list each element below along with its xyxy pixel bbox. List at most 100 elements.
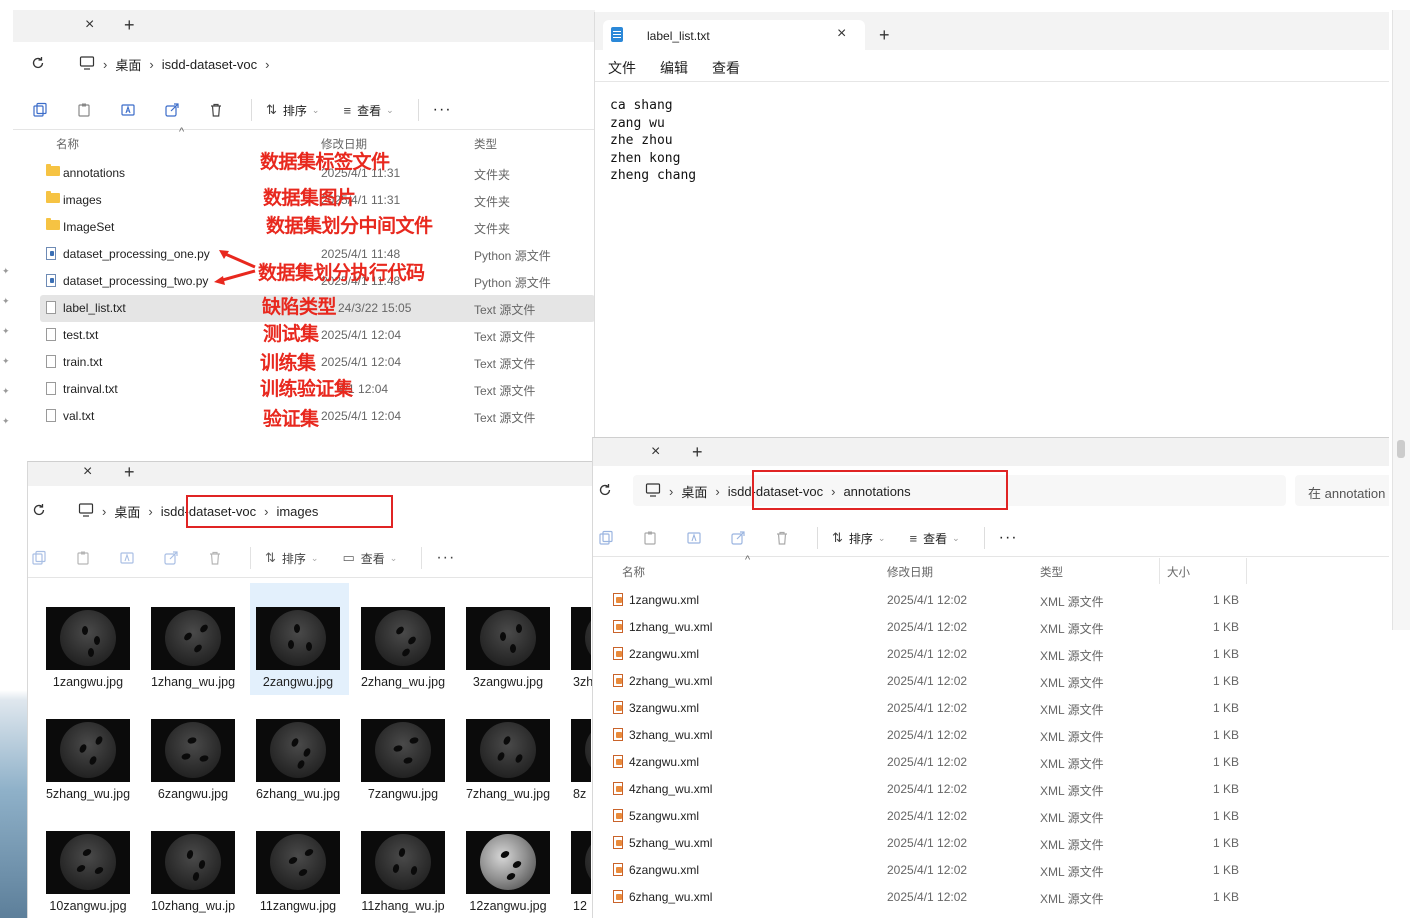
notepad-active-tab[interactable] bbox=[603, 20, 865, 50]
image-filename[interactable]: 6zhang_wu.jpg bbox=[245, 787, 351, 801]
menu-view[interactable]: 查看 bbox=[712, 58, 740, 78]
delete-icon[interactable] bbox=[206, 549, 224, 567]
image-thumbnail[interactable] bbox=[46, 607, 130, 670]
image-thumbnail[interactable] bbox=[466, 831, 550, 894]
file-row[interactable]: 4zangwu.xml 2025/4/1 12:02 XML 源文件 1 KB bbox=[593, 749, 1389, 776]
file-row[interactable]: 6zhang_wu.xml 2025/4/1 12:02 XML 源文件 1 KB bbox=[593, 884, 1389, 911]
image-filename[interactable]: 6zangwu.jpg bbox=[140, 787, 246, 801]
refresh-icon[interactable] bbox=[31, 56, 45, 73]
column-header-name[interactable]: 名称 bbox=[56, 136, 79, 152]
share-icon[interactable] bbox=[162, 549, 180, 567]
breadcrumb-desktop[interactable]: 桌面 bbox=[681, 482, 707, 501]
file-row[interactable]: 3zangwu.xml 2025/4/1 12:02 XML 源文件 1 KB bbox=[593, 695, 1389, 722]
image-thumbnail[interactable] bbox=[571, 719, 591, 782]
rename-icon[interactable] bbox=[685, 529, 703, 547]
image-thumbnail[interactable] bbox=[361, 719, 445, 782]
file-row[interactable]: 4zhang_wu.xml 2025/4/1 12:02 XML 源文件 1 KB bbox=[593, 776, 1389, 803]
image-thumbnail[interactable] bbox=[46, 719, 130, 782]
file-row[interactable]: 1zhang_wu.xml 2025/4/1 12:02 XML 源文件 1 KB bbox=[593, 614, 1389, 641]
image-thumbnail[interactable] bbox=[466, 607, 550, 670]
column-header-date[interactable]: 修改日期 bbox=[887, 564, 933, 580]
image-filename[interactable]: 11zangwu.jpg bbox=[245, 899, 351, 913]
image-filename[interactable]: 12zangwu.jpg bbox=[455, 899, 561, 913]
file-row[interactable]: 6zangwu.xml 2025/4/1 12:02 XML 源文件 1 KB bbox=[593, 857, 1389, 884]
close-tab-icon[interactable]: × bbox=[651, 443, 660, 461]
file-row[interactable]: 2zhang_wu.xml 2025/4/1 12:02 XML 源文件 1 KB bbox=[593, 668, 1389, 695]
image-filename[interactable]: 10zhang_wu.jp bbox=[140, 899, 246, 913]
file-row[interactable]: 1zangwu.xml 2025/4/1 12:02 XML 源文件 1 KB bbox=[593, 587, 1389, 614]
new-tab-icon[interactable]: + bbox=[879, 25, 890, 46]
new-tab-icon[interactable]: + bbox=[124, 15, 135, 36]
file-row[interactable]: 5zangwu.xml 2025/4/1 12:02 XML 源文件 1 KB bbox=[593, 803, 1389, 830]
new-tab-icon[interactable]: + bbox=[124, 462, 135, 483]
image-thumbnail[interactable] bbox=[256, 607, 340, 670]
image-filename[interactable]: 1zangwu.jpg bbox=[35, 675, 141, 689]
new-item-icon[interactable] bbox=[30, 549, 48, 567]
refresh-icon[interactable] bbox=[598, 483, 612, 500]
image-thumbnail[interactable] bbox=[361, 607, 445, 670]
file-row[interactable]: 2zangwu.xml 2025/4/1 12:02 XML 源文件 1 KB bbox=[593, 641, 1389, 668]
column-header-name[interactable]: 名称 bbox=[622, 564, 645, 580]
more-options-button[interactable]: ··· bbox=[999, 529, 1018, 547]
file-row[interactable]: 3zhang_wu.xml 2025/4/1 12:02 XML 源文件 1 KB bbox=[593, 722, 1389, 749]
image-thumbnail[interactable] bbox=[151, 607, 235, 670]
column-header-type[interactable]: 类型 bbox=[474, 136, 497, 152]
sort-button[interactable]: ⇅ 排序 ⌄ bbox=[266, 102, 319, 119]
computer-icon[interactable] bbox=[79, 56, 95, 73]
breadcrumb-desktop[interactable]: 桌面 bbox=[115, 55, 141, 74]
image-filename[interactable]: 7zhang_wu.jpg bbox=[455, 787, 561, 801]
image-thumbnail[interactable] bbox=[466, 719, 550, 782]
new-tab-icon[interactable]: + bbox=[692, 442, 703, 463]
more-options-button[interactable]: ··· bbox=[436, 549, 455, 567]
close-tab-icon[interactable]: × bbox=[85, 16, 94, 34]
close-tab-icon[interactable]: × bbox=[837, 25, 846, 43]
file-row[interactable]: 5zhang_wu.xml 2025/4/1 12:02 XML 源文件 1 KB bbox=[593, 830, 1389, 857]
image-thumbnail[interactable] bbox=[256, 719, 340, 782]
search-box[interactable]: 在 annotation bbox=[1295, 475, 1389, 506]
paste-icon[interactable] bbox=[75, 101, 93, 119]
delete-icon[interactable] bbox=[207, 101, 225, 119]
new-item-icon[interactable] bbox=[31, 101, 49, 119]
image-filename[interactable]: 1zhang_wu.jpg bbox=[140, 675, 246, 689]
paste-icon[interactable] bbox=[74, 549, 92, 567]
view-button[interactable]: ▭ 查看 ⌄ bbox=[342, 550, 397, 567]
image-filename[interactable]: 11zhang_wu.jp bbox=[350, 899, 456, 913]
sort-icon: ⇅ bbox=[266, 102, 277, 117]
column-header-size[interactable]: 大小 bbox=[1167, 564, 1190, 580]
menu-file[interactable]: 文件 bbox=[608, 58, 636, 78]
image-filename[interactable]: 5zhang_wu.jpg bbox=[35, 787, 141, 801]
more-options-button[interactable]: ··· bbox=[433, 101, 452, 119]
view-button[interactable]: ≡ 查看 ⌄ bbox=[343, 102, 393, 119]
image-thumbnail[interactable] bbox=[571, 607, 591, 670]
breadcrumb-desktop[interactable]: 桌面 bbox=[114, 502, 140, 521]
column-header-type[interactable]: 类型 bbox=[1040, 564, 1063, 580]
image-filename[interactable]: 2zangwu.jpg bbox=[245, 675, 351, 689]
image-filename[interactable]: 10zangwu.jpg bbox=[35, 899, 141, 913]
computer-icon[interactable] bbox=[645, 483, 661, 500]
new-item-icon[interactable] bbox=[597, 529, 615, 547]
close-tab-icon[interactable]: × bbox=[83, 463, 92, 481]
image-thumbnail[interactable] bbox=[151, 719, 235, 782]
refresh-icon[interactable] bbox=[32, 503, 46, 520]
breadcrumb-dataset[interactable]: isdd-dataset-voc bbox=[162, 57, 257, 72]
menu-edit[interactable]: 编辑 bbox=[660, 58, 688, 78]
rename-icon[interactable] bbox=[119, 101, 137, 119]
share-icon[interactable] bbox=[729, 529, 747, 547]
rename-icon[interactable] bbox=[118, 549, 136, 567]
image-thumbnail[interactable] bbox=[361, 831, 445, 894]
scrollbar-thumb[interactable] bbox=[1397, 440, 1405, 458]
image-filename[interactable]: 7zangwu.jpg bbox=[350, 787, 456, 801]
computer-icon[interactable] bbox=[78, 503, 94, 520]
sort-button[interactable]: ⇅ 排序 ⌄ bbox=[832, 530, 885, 547]
image-filename[interactable]: 3zangwu.jpg bbox=[455, 675, 561, 689]
view-button[interactable]: ≡ 查看 ⌄ bbox=[909, 530, 959, 547]
image-thumbnail[interactable] bbox=[256, 831, 340, 894]
image-filename[interactable]: 2zhang_wu.jpg bbox=[350, 675, 456, 689]
share-icon[interactable] bbox=[163, 101, 181, 119]
image-thumbnail[interactable] bbox=[571, 831, 591, 894]
sort-button[interactable]: ⇅ 排序 ⌄ bbox=[265, 550, 318, 567]
image-thumbnail[interactable] bbox=[151, 831, 235, 894]
image-thumbnail[interactable] bbox=[46, 831, 130, 894]
delete-icon[interactable] bbox=[773, 529, 791, 547]
paste-icon[interactable] bbox=[641, 529, 659, 547]
